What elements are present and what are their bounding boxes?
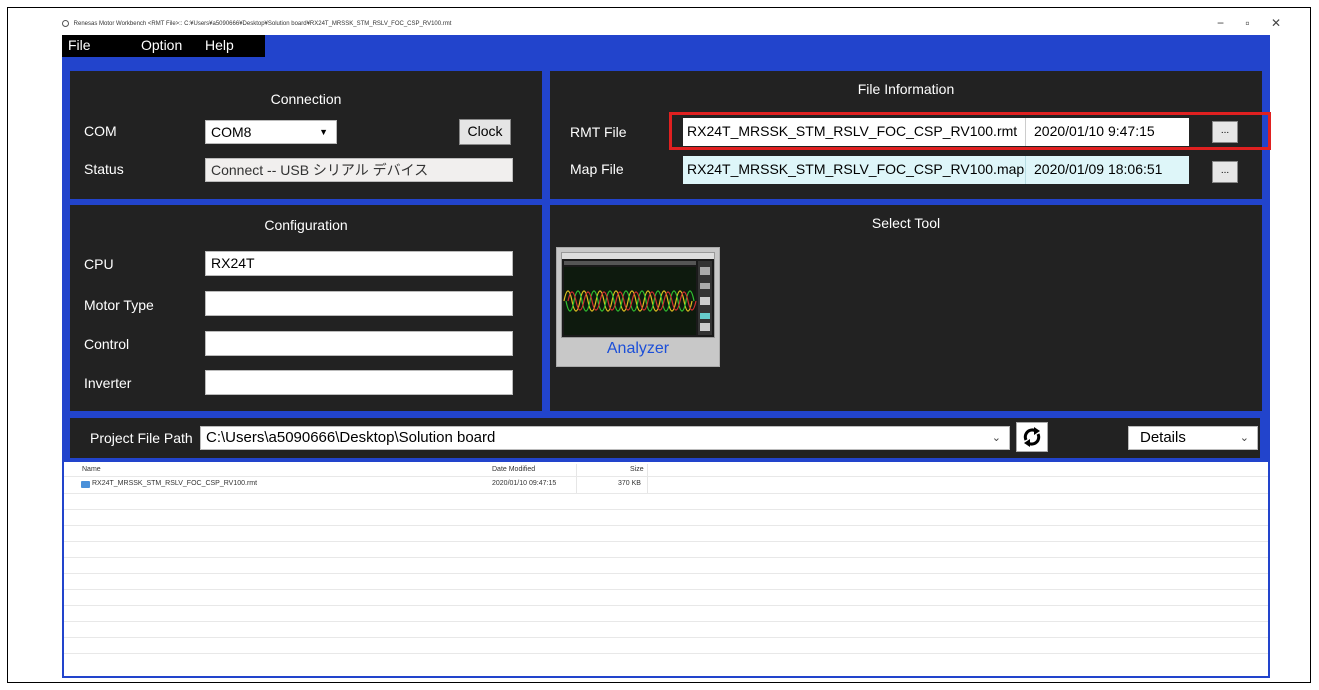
map-file-field[interactable]: RX24T_MRSSK_STM_RSLV_FOC_CSP_RV100.map [683, 156, 1025, 184]
waveform-icon [562, 253, 714, 335]
project-path-select[interactable]: C:\Users\a5090666\Desktop\Solution board… [200, 426, 1010, 450]
refresh-button[interactable] [1016, 422, 1048, 452]
project-file-path-label: Project File Path [90, 430, 193, 446]
view-mode-value: Details [1140, 429, 1186, 446]
rmt-file-label: RMT File [570, 124, 627, 140]
file-information-title: File Information [857, 81, 955, 97]
select-tool-panel: Select Tool Analyzer [550, 205, 1262, 411]
row-divider [64, 605, 1268, 606]
connection-panel: Connection COM COM8 ▼ Clock Status Conne… [70, 71, 542, 199]
row-divider [64, 493, 1268, 494]
control-field[interactable] [205, 331, 513, 356]
file-information-panel: File Information RMT File RX24T_MRSSK_ST… [550, 71, 1271, 199]
map-file-date: 2020/01/09 18:06:51 [1025, 156, 1189, 184]
file-size-cell: 370 KB [618, 480, 641, 487]
row-divider [64, 637, 1268, 638]
minimize-button[interactable]: − [1217, 16, 1224, 30]
status-label: Status [84, 161, 124, 177]
app-window: File Option Help Connection COM COM8 ▼ C… [62, 35, 1271, 678]
control-label: Control [84, 336, 130, 352]
project-path-value: C:\Users\a5090666\Desktop\Solution board [206, 429, 496, 446]
chevron-down-icon: ▼ [319, 127, 328, 137]
row-divider [64, 525, 1268, 526]
view-mode-select[interactable]: Details ⌄ [1128, 426, 1258, 450]
configuration-title: Configuration [264, 217, 348, 233]
file-icon [81, 481, 90, 488]
menu-option[interactable]: Option [141, 37, 182, 53]
row-divider [64, 653, 1268, 654]
maximize-button[interactable]: ▫ [1245, 16, 1249, 30]
project-path-bar: Project File Path C:\Users\a5090666\Desk… [70, 418, 1260, 458]
file-name-cell: RX24T_MRSSK_STM_RSLV_FOC_CSP_RV100.rmt [92, 480, 258, 487]
cpu-label: CPU [84, 256, 114, 272]
row-divider [64, 509, 1268, 510]
close-button[interactable]: ✕ [1271, 16, 1281, 30]
analyzer-preview-image [561, 252, 715, 338]
chevron-down-icon: ⌄ [1239, 432, 1249, 444]
map-browse-button[interactable]: ... [1212, 161, 1238, 183]
motor-type-field[interactable] [205, 291, 513, 316]
com-select-value: COM8 [211, 124, 252, 140]
row-divider [64, 589, 1268, 590]
row-divider [64, 621, 1268, 622]
row-divider [64, 573, 1268, 574]
connection-title: Connection [270, 91, 342, 107]
chevron-down-icon: ⌄ [991, 432, 1001, 444]
menu-bar: File Option Help [62, 35, 265, 57]
column-header-name[interactable]: Name [82, 466, 101, 473]
select-tool-title: Select Tool [871, 215, 941, 231]
window-controls: − ▫ ✕ [1199, 16, 1281, 30]
app-icon [62, 20, 69, 27]
com-select[interactable]: COM8 ▼ [205, 120, 337, 144]
menu-help[interactable]: Help [205, 37, 234, 53]
analyzer-label: Analyzer [606, 340, 670, 357]
file-list: Name Date Modified Size RX24T_MRSSK_STM_… [64, 462, 1268, 676]
rmt-highlight-box [669, 112, 1271, 150]
map-file-label: Map File [570, 161, 624, 177]
inverter-field[interactable] [205, 370, 513, 395]
cpu-field[interactable]: RX24T [205, 251, 513, 276]
configuration-panel: Configuration CPU RX24T Motor Type Contr… [70, 205, 542, 411]
file-date-cell: 2020/01/10 09:47:15 [492, 480, 557, 487]
inverter-label: Inverter [84, 375, 132, 391]
refresh-icon [1023, 427, 1041, 447]
window-title: Renesas Motor Workbench <RMT File>:: C:¥… [73, 21, 452, 28]
analyzer-tool-button[interactable]: Analyzer [556, 247, 720, 367]
status-field: Connect -- USB シリアル デバイス [205, 158, 513, 182]
row-divider [64, 541, 1268, 542]
clock-button[interactable]: Clock [459, 119, 511, 145]
column-header-size[interactable]: Size [630, 466, 644, 473]
table-row[interactable]: RX24T_MRSSK_STM_RSLV_FOC_CSP_RV100.rmt 2… [64, 477, 1268, 492]
com-label: COM [84, 123, 117, 139]
menu-file[interactable]: File [68, 37, 91, 53]
row-divider [64, 557, 1268, 558]
window-titlebar: Renesas Motor Workbench <RMT File>:: C:¥… [62, 20, 1262, 34]
motor-type-label: Motor Type [84, 297, 154, 313]
column-header-date-modified[interactable]: Date Modified [492, 466, 535, 473]
